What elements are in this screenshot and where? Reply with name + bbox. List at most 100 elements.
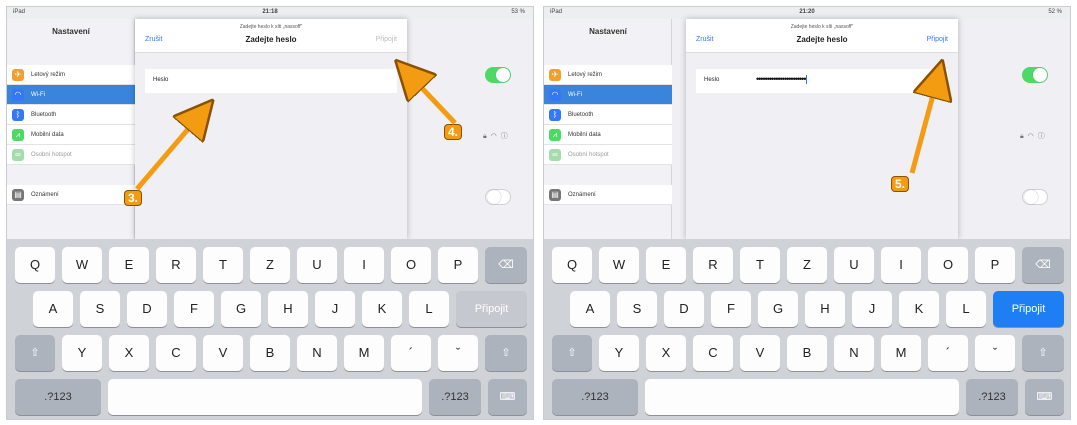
clock: 21:20 — [799, 9, 815, 15]
sidebar-item-cellular[interactable]: ⩘ Mobilní data — [7, 125, 135, 145]
numbers-key-right[interactable]: .?123 — [429, 379, 481, 415]
key-s[interactable]: S — [617, 291, 657, 327]
shift-key[interactable]: ⇧ — [552, 335, 592, 371]
key-e[interactable]: E — [646, 247, 686, 283]
sidebar-item-wifi[interactable]: ◠ Wi-Fi — [7, 85, 135, 105]
settings-title: Nastavení — [589, 27, 627, 36]
step-callout-4: 4. — [445, 125, 462, 139]
cellular-icon: ⩘ — [12, 129, 24, 141]
key-j[interactable]: J — [315, 291, 355, 327]
key-e[interactable]: E — [109, 247, 149, 283]
key-y[interactable]: Y — [599, 335, 639, 371]
key-v[interactable]: V — [203, 335, 243, 371]
key-i[interactable]: I — [881, 247, 921, 283]
text-cursor — [806, 75, 808, 85]
key-m[interactable]: M — [344, 335, 384, 371]
key-m[interactable]: M — [881, 335, 921, 371]
key-acute[interactable]: ´ — [928, 335, 968, 371]
key-d[interactable]: D — [664, 291, 704, 327]
key-c[interactable]: C — [156, 335, 196, 371]
shift-key[interactable]: ⇧ — [15, 335, 55, 371]
key-a[interactable]: A — [570, 291, 610, 327]
password-input[interactable]: ••••••••••••••••••••••• — [756, 74, 808, 85]
key-g[interactable]: G — [758, 291, 798, 327]
key-n[interactable]: N — [297, 335, 337, 371]
key-v[interactable]: V — [740, 335, 780, 371]
space-bar[interactable] — [645, 379, 959, 415]
key-w[interactable]: W — [62, 247, 102, 283]
sidebar-item-hotspot[interactable]: ∞ Osobní hotspot — [544, 145, 672, 165]
sidebar-item-airplane-mode[interactable]: ✈ Letový režim — [7, 65, 135, 85]
key-b[interactable]: B — [250, 335, 290, 371]
key-j[interactable]: J — [852, 291, 892, 327]
key-s[interactable]: S — [80, 291, 120, 327]
key-l[interactable]: L — [946, 291, 986, 327]
sidebar-item-bluetooth[interactable]: ᛒ Bluetooth — [544, 105, 672, 125]
key-h[interactable]: H — [805, 291, 845, 327]
key-o[interactable]: O — [391, 247, 431, 283]
key-z[interactable]: Z — [250, 247, 290, 283]
key-r[interactable]: R — [693, 247, 733, 283]
numbers-key[interactable]: .?123 — [15, 379, 101, 415]
keyboard-join-key[interactable]: Připojit — [993, 291, 1064, 327]
sidebar-item-label: Bluetooth — [568, 112, 594, 118]
backspace-key[interactable]: ⌫ — [1022, 247, 1064, 283]
numbers-key[interactable]: .?123 — [552, 379, 638, 415]
key-f[interactable]: F — [711, 291, 751, 327]
key-t[interactable]: T — [740, 247, 780, 283]
key-p[interactable]: P — [975, 247, 1015, 283]
sidebar-item-hotspot[interactable]: ∞ Osobní hotspot — [7, 145, 135, 165]
key-z[interactable]: Z — [787, 247, 827, 283]
sidebar-item-cellular[interactable]: ⩘ Mobilní data — [544, 125, 672, 145]
shift-key-right[interactable]: ⇧ — [1022, 335, 1064, 371]
shift-key-right[interactable]: ⇧ — [485, 335, 527, 371]
key-u[interactable]: U — [297, 247, 337, 283]
key-t[interactable]: T — [203, 247, 243, 283]
keyboard-dismiss-icon[interactable]: ⌨ — [488, 379, 527, 415]
join-button[interactable]: Připojit — [927, 36, 948, 43]
sidebar-item-wifi[interactable]: ◠ Wi-Fi — [544, 85, 672, 105]
sidebar-item-notifications[interactable]: ▤ Oznámení — [7, 185, 135, 205]
key-n[interactable]: N — [834, 335, 874, 371]
sidebar-item-airplane-mode[interactable]: ✈ Letový režim — [544, 65, 672, 85]
join-button[interactable]: Připojit — [376, 36, 397, 43]
password-field[interactable]: Heslo ••••••••••••••••••••••• — [696, 69, 948, 93]
key-caron[interactable]: ˇ — [975, 335, 1015, 371]
key-f[interactable]: F — [174, 291, 214, 327]
key-o[interactable]: O — [928, 247, 968, 283]
key-h[interactable]: H — [268, 291, 308, 327]
key-c[interactable]: C — [693, 335, 733, 371]
hotspot-toggle[interactable] — [485, 189, 511, 205]
backspace-key[interactable]: ⌫ — [485, 247, 527, 283]
airplane-toggle[interactable] — [1022, 67, 1048, 83]
key-x[interactable]: X — [646, 335, 686, 371]
key-x[interactable]: X — [109, 335, 149, 371]
key-a[interactable]: A — [33, 291, 73, 327]
numbers-key-right[interactable]: .?123 — [966, 379, 1018, 415]
key-k[interactable]: K — [899, 291, 939, 327]
key-i[interactable]: I — [344, 247, 384, 283]
sidebar-item-notifications[interactable]: ▤ Oznámení — [544, 185, 672, 205]
password-field[interactable]: Heslo — [145, 69, 397, 93]
keyboard-join-key[interactable]: Připojit — [456, 291, 527, 327]
key-g[interactable]: G — [221, 291, 261, 327]
keyboard-dismiss-icon[interactable]: ⌨ — [1025, 379, 1064, 415]
key-caron[interactable]: ˇ — [438, 335, 478, 371]
key-u[interactable]: U — [834, 247, 874, 283]
key-b[interactable]: B — [787, 335, 827, 371]
key-q[interactable]: Q — [15, 247, 55, 283]
key-q[interactable]: Q — [552, 247, 592, 283]
key-y[interactable]: Y — [62, 335, 102, 371]
sidebar-item-bluetooth[interactable]: ᛒ Bluetooth — [7, 105, 135, 125]
key-r[interactable]: R — [156, 247, 196, 283]
key-p[interactable]: P — [438, 247, 478, 283]
key-l[interactable]: L — [409, 291, 449, 327]
password-label: Heslo — [153, 77, 169, 83]
key-d[interactable]: D — [127, 291, 167, 327]
key-w[interactable]: W — [599, 247, 639, 283]
key-k[interactable]: K — [362, 291, 402, 327]
key-acute[interactable]: ´ — [391, 335, 431, 371]
hotspot-toggle[interactable] — [1022, 189, 1048, 205]
airplane-toggle[interactable] — [485, 67, 511, 83]
space-bar[interactable] — [108, 379, 422, 415]
